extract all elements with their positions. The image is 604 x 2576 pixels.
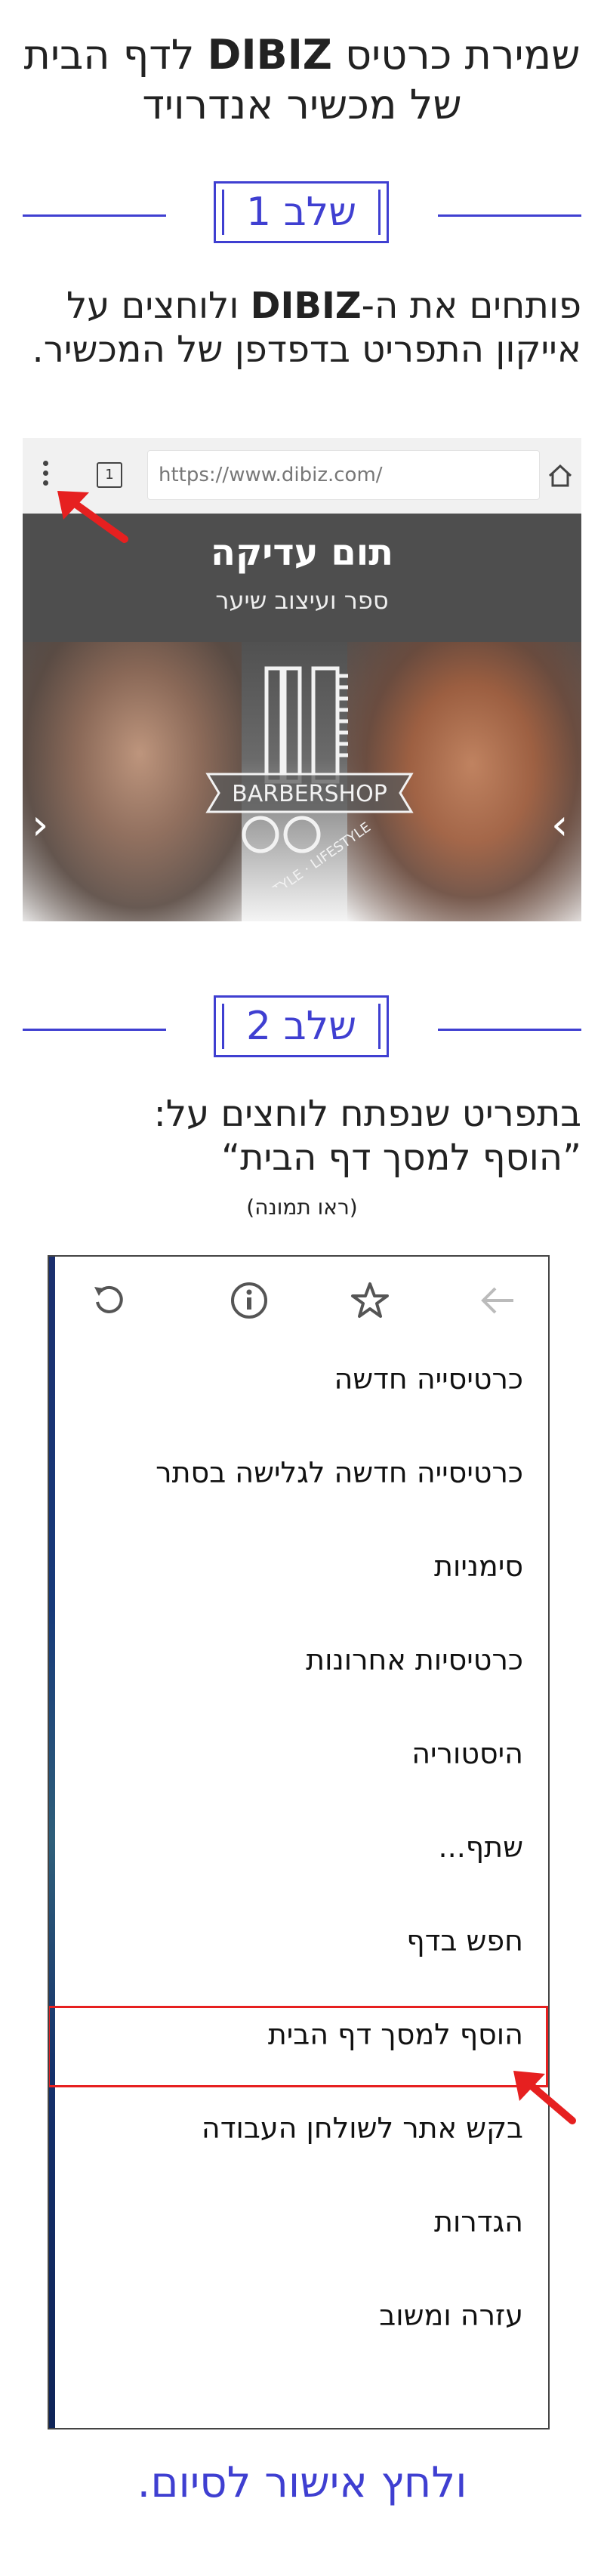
menu-item-history[interactable]: היסטוריה xyxy=(55,1707,538,1800)
red-arrow-icon xyxy=(57,491,128,543)
step1-badge: שלב 1 xyxy=(214,181,389,243)
menu-item-help-feedback[interactable]: עזרה ומשוב xyxy=(55,2269,538,2362)
menu-item-share[interactable]: שתף... xyxy=(55,1800,538,1894)
step1-label: שלב 1 xyxy=(245,190,357,235)
step2-label: שלב 2 xyxy=(245,1004,357,1049)
menu-item-incognito-tab[interactable]: כרטיסייה חדשה לגלישה בסתר xyxy=(55,1426,538,1519)
highlight-box xyxy=(49,2006,548,2087)
menu-item-recent-tabs[interactable]: כרטיסיות אחרונות xyxy=(55,1613,538,1707)
carousel-next-icon[interactable]: › xyxy=(551,801,568,850)
step2-desc: בתפריט שנפתח לוחצים על: xyxy=(153,1093,581,1135)
step2-header: שלב 2 xyxy=(0,995,604,1063)
info-icon[interactable] xyxy=(226,1278,272,1323)
menu-item-bookmarks[interactable]: סימניות xyxy=(55,1519,538,1613)
back-arrow-icon[interactable] xyxy=(476,1278,521,1323)
home-icon[interactable] xyxy=(545,461,575,494)
step1-desc-brand: DIBIZ xyxy=(250,285,362,327)
title-part1: שמירת כרטיס xyxy=(345,31,581,79)
logo-text: BARBERSHOP xyxy=(232,781,387,807)
page-title: שמירת כרטיס DIBIZ לדף הבית של מכשיר אנדר… xyxy=(15,30,589,130)
menu-item-settings[interactable]: הגדרות xyxy=(55,2175,538,2269)
browser-screenshot: 1 https://www.dibiz.com/ תום עדיקה ספר ו… xyxy=(23,438,581,921)
title-brand: DIBIZ xyxy=(207,31,332,79)
tabs-count-icon[interactable]: 1 xyxy=(97,462,122,488)
menu-item-find-in-page[interactable]: חפש בדף xyxy=(55,1894,538,1988)
star-icon[interactable] xyxy=(347,1278,393,1323)
step1-header: שלב 1 xyxy=(0,181,604,249)
menu-item-request-desktop-site[interactable]: בקש אתר לשולחן העבודה xyxy=(55,2081,538,2175)
page-edge xyxy=(49,1257,55,2428)
step2-note: (ראו תמונה) xyxy=(246,1195,358,1220)
step2-quote: ”הוסף למסך דף הבית“ xyxy=(221,1137,581,1179)
step1-desc-part1: פותחים את ה- xyxy=(361,285,581,327)
refresh-icon[interactable] xyxy=(87,1278,132,1323)
carousel-prev-icon[interactable]: ‹ xyxy=(32,801,48,850)
url-bar[interactable]: https://www.dibiz.com/ xyxy=(147,450,540,500)
menu-item-new-tab[interactable]: כרטיסייה חדשה xyxy=(55,1332,538,1426)
browser-menu-screenshot: כרטיסייה חדשה כרטיסייה חדשה לגלישה בסתר … xyxy=(48,1255,550,2429)
site-hero: תום עדיקה ספר ועיצוב שיער BARBERSHOP STY… xyxy=(23,514,581,921)
finish-instruction: ולחץ אישור לסיום. xyxy=(137,2458,467,2507)
barbershop-logo: BARBERSHOP STYLE · LIFESTYLE xyxy=(200,661,419,903)
business-subtitle: ספר ועיצוב שיער xyxy=(215,586,389,615)
step1-description: פותחים את ה-DIBIZ ולוחצים על אייקון התפר… xyxy=(23,284,581,372)
step2-description: בתפריט שנפתח לוחצים על: ”הוסף למסך דף הב… xyxy=(23,1092,581,1180)
step2-badge: שלב 2 xyxy=(214,995,389,1057)
menu-dots-icon[interactable] xyxy=(41,461,48,490)
red-arrow-icon xyxy=(513,2071,576,2124)
